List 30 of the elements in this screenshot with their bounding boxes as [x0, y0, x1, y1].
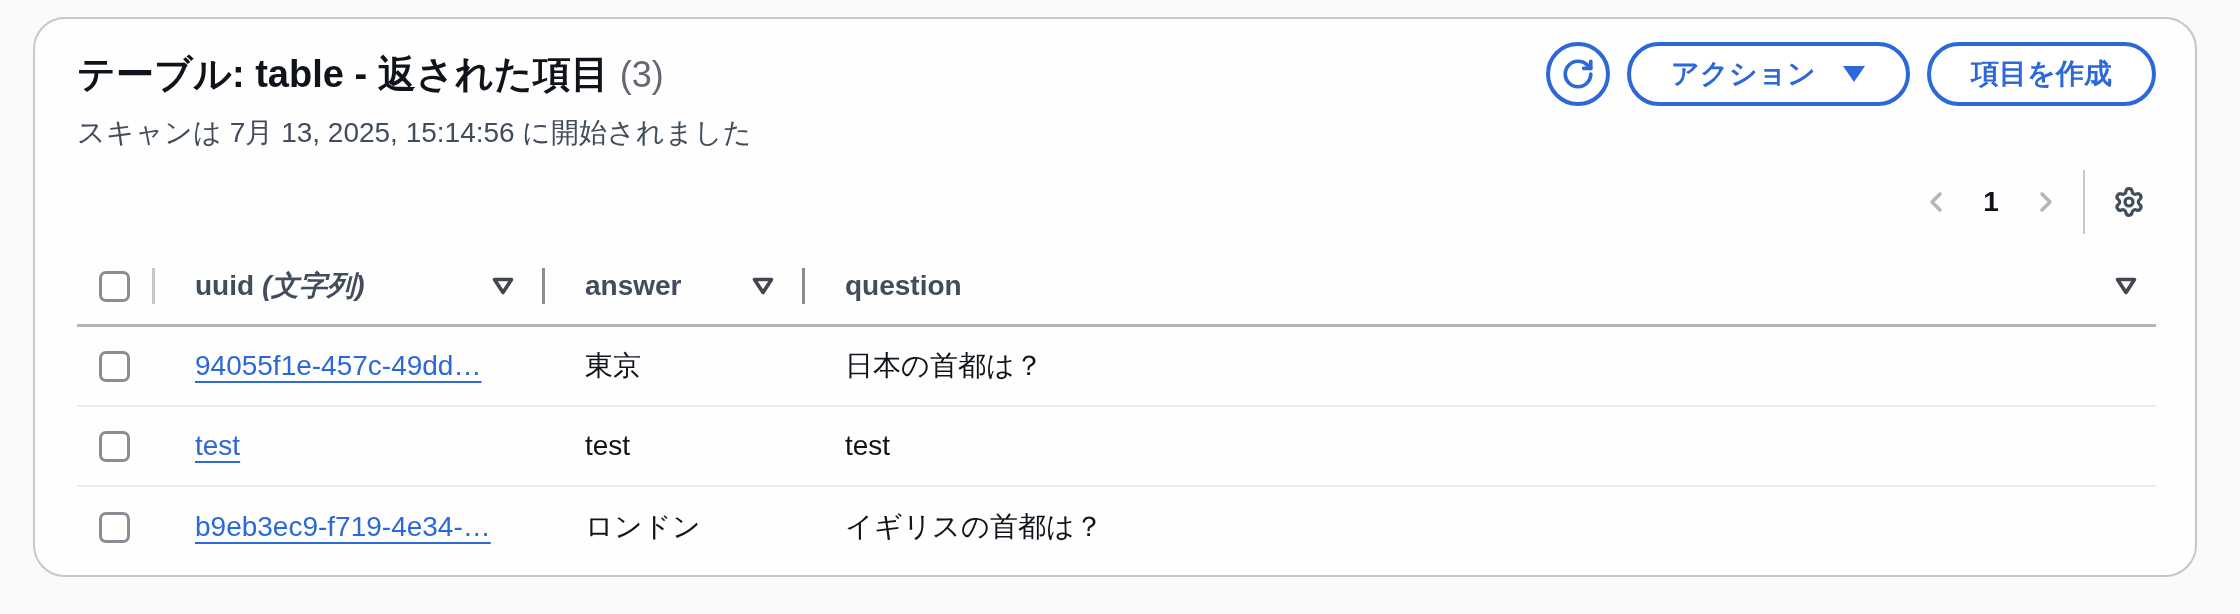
- item-link[interactable]: b9eb3ec9-f719-4e34-…: [195, 511, 491, 543]
- table-cell-text: ロンドン: [585, 510, 701, 544]
- table-cell-text: 日本の首都は？: [845, 349, 1043, 383]
- item-count: (3): [619, 53, 664, 97]
- row-checkbox[interactable]: [99, 350, 130, 382]
- sort-caret-icon[interactable]: [492, 277, 514, 295]
- column-header[interactable]: answer: [585, 270, 682, 302]
- select-all-checkbox[interactable]: [99, 270, 130, 302]
- item-link[interactable]: test: [195, 430, 241, 462]
- sort-caret-icon[interactable]: [752, 277, 774, 295]
- table-cell-text: 東京: [585, 349, 641, 383]
- page-number-button[interactable]: 1: [1971, 182, 2011, 222]
- row-checkbox[interactable]: [99, 430, 130, 462]
- item-link[interactable]: 94055f1e-457c-49dd…: [195, 350, 482, 382]
- refresh-icon: [1561, 57, 1595, 91]
- caret-down-icon: [1842, 65, 1866, 83]
- title-text: テーブル: table - 返された項目: [77, 52, 609, 97]
- sort-caret-icon[interactable]: [2115, 277, 2137, 295]
- refresh-button[interactable]: [1546, 42, 1610, 106]
- column-header[interactable]: uuid (文字列): [195, 267, 365, 305]
- column-header[interactable]: question: [845, 270, 962, 302]
- create-item-button[interactable]: 項目を作成: [1927, 42, 2156, 106]
- table-cell: test: [845, 430, 891, 462]
- table-cell-text: イギリスの首都は？: [845, 510, 1103, 544]
- actions-dropdown-button[interactable]: アクション: [1627, 42, 1910, 106]
- settings-button[interactable]: [2113, 186, 2145, 218]
- subtitle-text: スキャンは 7月 13, 2025, 15:14:56 に開始されました: [77, 116, 753, 150]
- settings-icon: [2113, 186, 2145, 218]
- row-checkbox[interactable]: [99, 511, 130, 543]
- table-cell: test: [585, 430, 631, 462]
